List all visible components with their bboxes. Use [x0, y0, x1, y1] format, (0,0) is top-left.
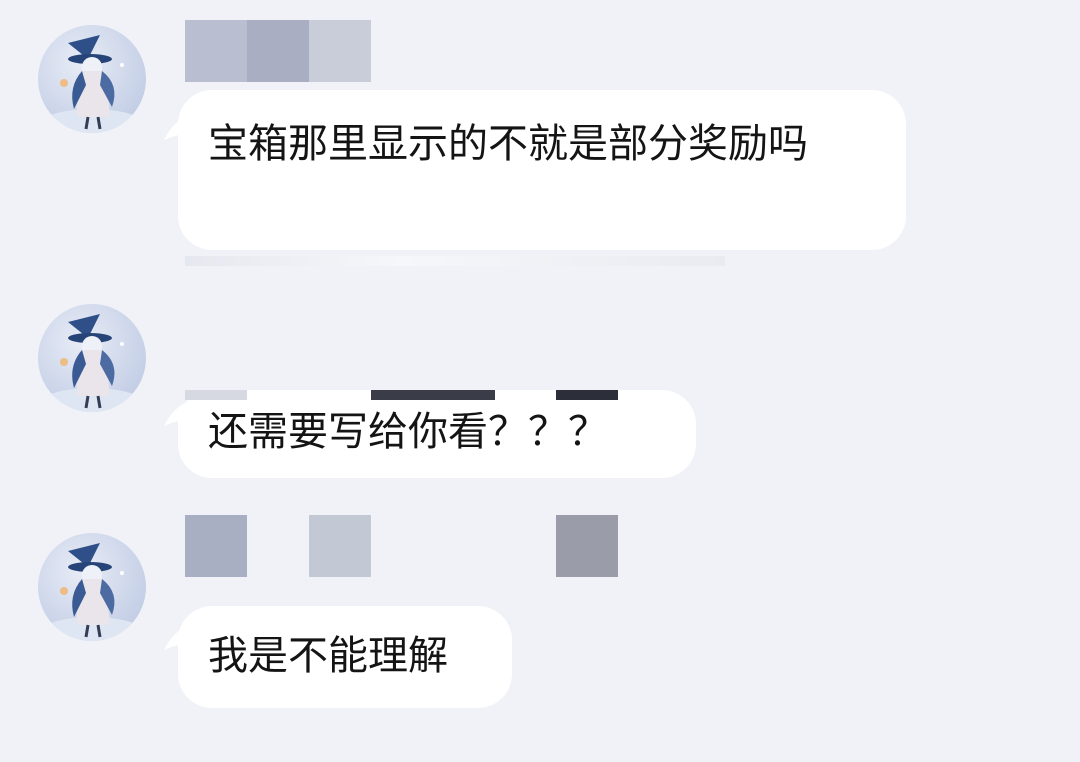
- redaction-block: [309, 20, 371, 82]
- redaction-strip: [185, 390, 247, 400]
- redaction-block: [185, 20, 247, 82]
- message-row: 还需要写给你看？？？: [0, 300, 1080, 490]
- redaction-block: [556, 515, 618, 577]
- redaction-strip: [185, 256, 725, 266]
- chat-message-list: 宝箱那里显示的不就是部分奖励吗 还需要写给你看？？？ 我是不能理解: [0, 0, 1080, 762]
- message-bubble[interactable]: 还需要写给你看？？？: [164, 390, 696, 478]
- sender-name-redacted: [185, 515, 625, 577]
- message-text: 还需要写给你看？？？: [208, 409, 608, 455]
- redaction-block: [247, 20, 309, 82]
- witch-character-avatar-icon: [42, 35, 142, 133]
- redaction-strip: [556, 390, 618, 400]
- sender-avatar[interactable]: [38, 25, 146, 133]
- message-row: 宝箱那里显示的不就是部分奖励吗: [0, 0, 1080, 270]
- sender-avatar[interactable]: [38, 533, 146, 641]
- sender-name-redacted: [185, 20, 375, 82]
- witch-character-avatar-icon: [42, 543, 142, 641]
- message-row: 我是不能理解: [0, 510, 1080, 762]
- witch-character-avatar-icon: [42, 314, 142, 412]
- bubble-tail-icon: [164, 400, 196, 426]
- sender-avatar[interactable]: [38, 304, 146, 412]
- redaction-strip: [371, 390, 495, 400]
- bubble-tail-icon: [164, 114, 196, 140]
- redaction-block: [185, 515, 247, 577]
- message-text: 宝箱那里显示的不就是部分奖励吗: [208, 121, 808, 167]
- message-bubble[interactable]: 我是不能理解: [164, 606, 512, 708]
- message-text: 我是不能理解: [208, 633, 448, 679]
- bubble-tail-icon: [164, 624, 196, 650]
- message-bubble[interactable]: 宝箱那里显示的不就是部分奖励吗: [164, 90, 906, 250]
- redaction-block: [309, 515, 371, 577]
